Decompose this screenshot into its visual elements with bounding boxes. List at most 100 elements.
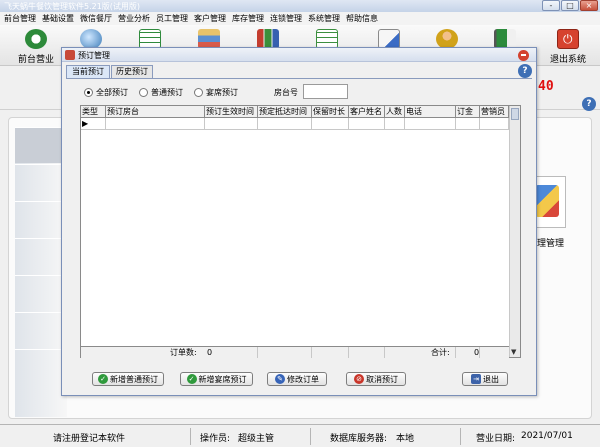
status-separator <box>460 428 461 445</box>
radio-dot <box>194 87 203 97</box>
left-nav-item[interactable] <box>15 164 67 200</box>
management-icon <box>535 185 559 217</box>
status-separator <box>310 428 311 445</box>
maximize-button[interactable]: □ <box>561 0 579 11</box>
footer-cell <box>312 347 349 358</box>
left-nav-item[interactable] <box>15 201 67 237</box>
table-cell[interactable] <box>405 118 456 129</box>
table-cell[interactable] <box>385 118 405 129</box>
reservation-grid[interactable]: 类型 预订房台 预订生效时间 预定抵达时间 保留时长 客户姓名 人数 电话 订金… <box>80 105 521 358</box>
menu-front-desk[interactable]: 前台管理 <box>4 12 36 25</box>
total-label: 合计: <box>431 348 450 357</box>
menu-system[interactable]: 系统管理 <box>308 12 340 25</box>
radio-normal-reservations[interactable]: 普通预订 <box>139 87 183 97</box>
left-nav-item[interactable] <box>15 312 67 348</box>
toolbar-label: 前台营业 <box>17 55 54 65</box>
column-header[interactable]: 预订生效时间 <box>205 106 258 118</box>
table-cell[interactable] <box>205 118 258 129</box>
scrollbar-thumb[interactable] <box>511 108 519 120</box>
close-button[interactable]: × <box>580 0 598 11</box>
left-nav-item[interactable] <box>15 275 67 311</box>
table-cell[interactable] <box>258 118 312 129</box>
flag-icon <box>494 29 516 49</box>
vertical-scrollbar[interactable]: ▼ <box>509 106 520 357</box>
document-icon <box>378 29 400 49</box>
column-header[interactable]: 类型 <box>81 106 106 118</box>
menu-customers[interactable]: 客户管理 <box>194 12 226 25</box>
operator-value: 超级主管 <box>238 434 275 444</box>
register-status: 请注册登记本软件 <box>53 434 126 444</box>
radio-banquet-reservations[interactable]: 宴席预订 <box>194 87 238 97</box>
operator-label: 操作员: <box>200 434 231 444</box>
table-cell[interactable] <box>456 118 480 129</box>
add-normal-reservation-button[interactable]: ✓ 新增普通预订 <box>92 372 164 386</box>
exit-icon: ⇥ <box>471 374 481 384</box>
table-cell[interactable] <box>349 118 385 129</box>
grid-header: 类型 预订房台 预订生效时间 预定抵达时间 保留时长 客户姓名 人数 电话 订金… <box>81 106 509 118</box>
menu-business-analysis[interactable]: 营业分析 <box>118 12 150 25</box>
button-label: 取消预订 <box>366 374 398 384</box>
help-icon[interactable]: ? <box>582 97 596 111</box>
menu-staff[interactable]: 员工管理 <box>156 12 188 25</box>
status-separator <box>190 428 191 445</box>
column-header[interactable]: 人数 <box>385 106 405 118</box>
button-label: 修改订单 <box>287 374 319 384</box>
left-nav-item[interactable] <box>15 349 67 385</box>
tab-current-reservations[interactable]: 当前预订 <box>66 65 110 78</box>
date-label: 营业日期: <box>476 434 516 444</box>
menu-wechat-restaurant[interactable]: 微信餐厅 <box>80 12 112 25</box>
dialog-title-bar: 预订管理 <box>62 48 536 62</box>
scroll-down-icon[interactable]: ▼ <box>511 348 516 356</box>
cancel-reservation-button[interactable]: ⊘ 取消预订 <box>346 372 406 386</box>
edit-icon: ✎ <box>275 374 285 384</box>
column-header[interactable]: 保留时长 <box>312 106 349 118</box>
column-header[interactable]: 电话 <box>405 106 456 118</box>
column-header[interactable]: 营销员 <box>480 106 509 118</box>
column-header[interactable]: 预订房台 <box>106 106 205 118</box>
table-cell[interactable] <box>312 118 349 129</box>
column-header[interactable]: 预定抵达时间 <box>258 106 312 118</box>
room-input[interactable] <box>303 84 348 99</box>
menu-chain[interactable]: 连锁管理 <box>270 12 302 25</box>
tab-history-reservations[interactable]: 历史预订 <box>111 65 153 78</box>
cancel-icon: ⊘ <box>354 374 364 384</box>
table-cell[interactable] <box>480 118 509 129</box>
toolbar-exit-button[interactable]: 退出系统 <box>541 27 595 65</box>
dialog-close-icon[interactable] <box>518 50 529 61</box>
footer-cell <box>349 347 385 358</box>
toolbar-front-desk-button[interactable]: 前台营业 <box>9 27 63 65</box>
footer-cell <box>205 347 258 358</box>
radio-all-reservations[interactable]: 全部预订 <box>84 87 128 97</box>
check-icon: ✓ <box>186 374 197 384</box>
left-nav-item[interactable] <box>15 127 67 163</box>
minimize-button[interactable]: - <box>542 0 560 11</box>
table-cell[interactable] <box>106 118 205 129</box>
dialog-help-icon[interactable]: ? <box>518 64 532 78</box>
check-icon: ✓ <box>98 374 108 384</box>
money-icon <box>25 29 47 49</box>
radio-dot <box>84 87 93 97</box>
list-icon <box>316 29 338 49</box>
users-icon <box>436 29 458 49</box>
exit-dialog-button[interactable]: ⇥ 退出 <box>462 372 508 386</box>
app-title: 飞天蜗牛餐饮管理软件5.21版(试用版) <box>4 2 141 11</box>
button-label: 退出 <box>483 374 499 384</box>
column-header[interactable]: 订金 <box>456 106 480 118</box>
stock-icon <box>257 29 279 49</box>
table-row[interactable]: ▶ <box>81 118 509 130</box>
footer-cell <box>258 347 312 358</box>
globe-icon <box>80 29 102 49</box>
edit-order-button[interactable]: ✎ 修改订单 <box>267 372 327 386</box>
left-nav-item[interactable] <box>15 238 67 274</box>
table-cell[interactable] <box>81 118 106 129</box>
menu-basic-settings[interactable]: 基础设置 <box>42 12 74 25</box>
menu-help[interactable]: 帮助信息 <box>346 12 378 25</box>
db-value: 本地 <box>396 434 415 444</box>
total-value: 0 <box>474 348 480 357</box>
window-title-bar: 飞天蜗牛餐饮管理软件5.21版(试用版) - □ × <box>0 0 600 12</box>
menu-inventory[interactable]: 库存管理 <box>232 12 264 25</box>
tab-divider <box>66 78 532 79</box>
column-header[interactable]: 客户姓名 <box>349 106 385 118</box>
radio-dot <box>139 87 148 97</box>
add-banquet-reservation-button[interactable]: ✓ 新增宴席预订 <box>180 372 253 386</box>
